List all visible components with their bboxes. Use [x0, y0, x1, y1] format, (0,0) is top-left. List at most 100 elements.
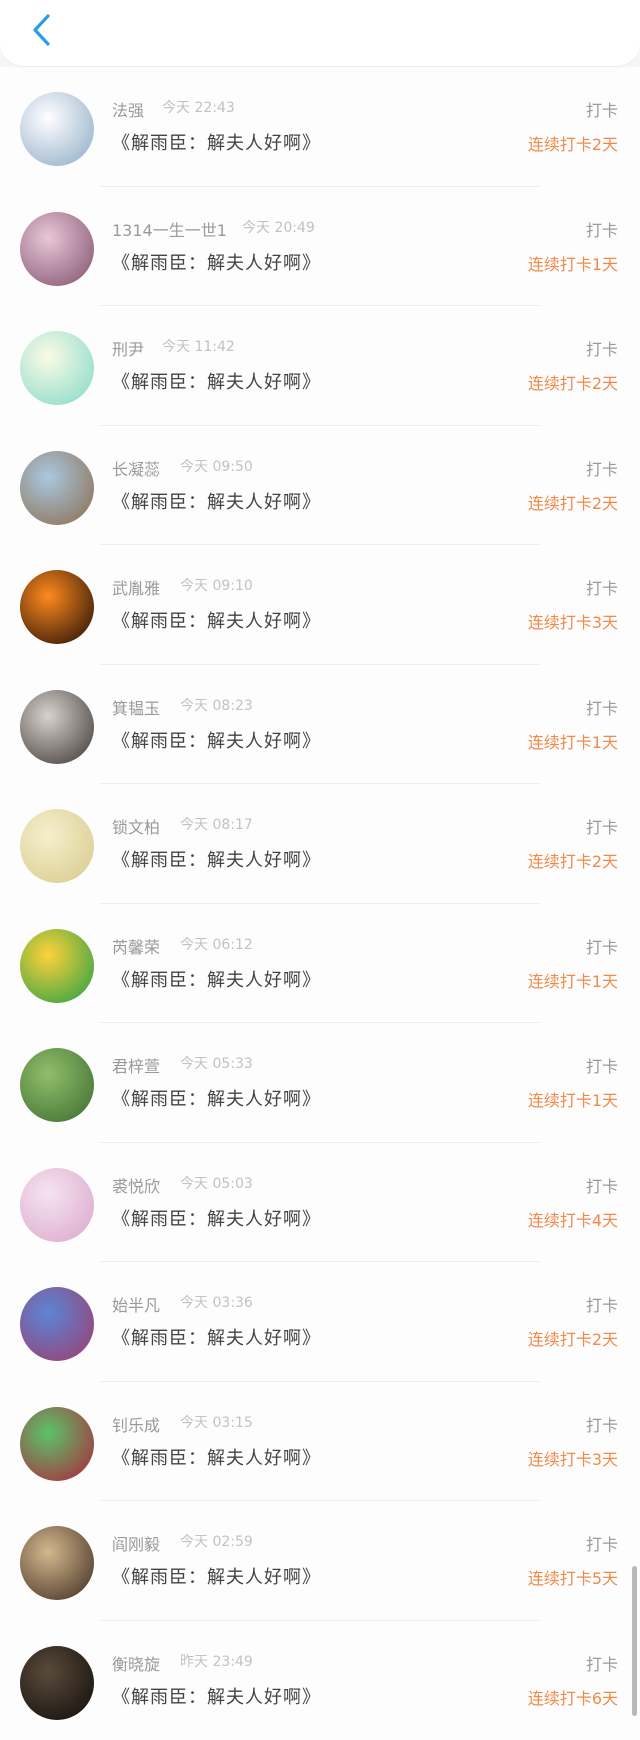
list-item[interactable]: 芮馨荣今天 06:12 打卡《解雨臣：解夫人好啊》 连续打卡1天	[0, 904, 640, 1024]
avatar[interactable]	[20, 212, 94, 286]
user-name[interactable]: 阎刚毅	[112, 1531, 160, 1555]
timestamp: 今天 20:49	[242, 217, 315, 237]
checkin-title: 《解雨臣：解夫人好啊》	[112, 368, 321, 394]
timestamp: 今天 11:42	[162, 336, 235, 356]
scrollbar[interactable]	[632, 1566, 637, 1716]
streak-badge: 连续打卡4天	[528, 1207, 618, 1231]
checkin-title: 《解雨臣：解夫人好啊》	[112, 727, 321, 753]
checkin-list: 法强今天 22:43打卡《解雨臣：解夫人好啊》连续打卡2天1314一生一世1今天…	[0, 67, 640, 1740]
avatar[interactable]	[20, 1646, 94, 1720]
user-name[interactable]: 箕韫玉	[112, 695, 160, 719]
streak-badge: 连续打卡1天	[528, 251, 618, 275]
list-item[interactable]: 1314一生一世1 今天 20:49 打卡《解雨臣：解夫人好啊》 连续打卡1天	[0, 187, 640, 307]
avatar[interactable]	[20, 1287, 94, 1361]
streak-badge: 连续打卡2天	[528, 370, 618, 394]
checkin-label: 打卡	[586, 575, 618, 599]
list-item[interactable]: 长凝蕊今天 09:50打卡《解雨臣：解夫人好啊》连续打卡2天	[0, 426, 640, 546]
checkin-label: 打卡	[586, 1173, 618, 1197]
streak-badge: 连续打卡3天	[528, 609, 618, 633]
top-bar	[0, 0, 640, 67]
streak-badge: 连续打卡1天	[528, 729, 618, 753]
checkin-label: 打卡	[586, 336, 618, 360]
checkin-label: 打卡	[586, 1531, 618, 1555]
checkin-title: 《解雨臣：解夫人好啊》	[112, 1444, 321, 1470]
back-button[interactable]	[20, 8, 64, 52]
timestamp: 今天 06:12	[180, 934, 253, 954]
avatar[interactable]	[20, 331, 94, 405]
avatar[interactable]	[20, 1407, 94, 1481]
checkin-label: 打卡	[586, 217, 618, 241]
user-name[interactable]: 1314一生一世1	[112, 217, 227, 241]
timestamp: 今天 08:17	[180, 814, 253, 834]
user-name[interactable]: 君梓萱	[112, 1053, 160, 1077]
list-item[interactable]: 始半凡今天 03:36 打卡《解雨臣：解夫人好啊》 连续打卡2天	[0, 1262, 640, 1382]
user-name[interactable]: 武胤雅	[112, 575, 160, 599]
timestamp: 今天 05:03	[180, 1173, 253, 1193]
streak-badge: 连续打卡2天	[528, 1326, 618, 1350]
checkin-title: 《解雨臣：解夫人好啊》	[112, 1683, 321, 1709]
list-item[interactable]: 法强今天 22:43 打卡《解雨臣：解夫人好啊》 连续打卡2天	[0, 67, 640, 187]
streak-badge: 连续打卡5天	[528, 1565, 618, 1589]
user-name[interactable]: 锁文柏	[112, 814, 160, 838]
checkin-label: 打卡	[586, 1412, 618, 1436]
checkin-title: 《解雨臣：解夫人好啊》	[112, 1085, 321, 1111]
list-item[interactable]: 锁文柏今天 08:17 打卡《解雨臣：解夫人好啊》 连续打卡2天	[0, 784, 640, 904]
streak-badge: 连续打卡2天	[528, 490, 618, 514]
user-name[interactable]: 法强	[112, 97, 144, 121]
checkin-title: 《解雨臣：解夫人好啊》	[112, 1563, 321, 1589]
list-item[interactable]: 钊乐成今天 03:15 打卡《解雨臣：解夫人好啊》 连续打卡3天	[0, 1382, 640, 1502]
avatar[interactable]	[20, 690, 94, 764]
checkin-label: 打卡	[586, 1292, 618, 1316]
avatar[interactable]	[20, 1526, 94, 1600]
checkin-title: 《解雨臣：解夫人好啊》	[112, 249, 321, 275]
user-name[interactable]: 裘悦欣	[112, 1173, 160, 1197]
streak-badge: 连续打卡1天	[528, 968, 618, 992]
checkin-label: 打卡	[586, 934, 618, 958]
user-name[interactable]: 始半凡	[112, 1292, 160, 1316]
timestamp: 今天 09:10	[180, 575, 253, 595]
list-item[interactable]: 箕韫玉今天 08:23 打卡《解雨臣：解夫人好啊》 连续打卡1天	[0, 665, 640, 785]
streak-badge: 连续打卡2天	[528, 131, 618, 155]
checkin-title: 《解雨臣：解夫人好啊》	[112, 607, 321, 633]
list-item[interactable]: 武胤雅今天 09:10 打卡《解雨臣：解夫人好啊》 连续打卡3天	[0, 545, 640, 665]
user-name[interactable]: 刑尹	[112, 336, 144, 360]
timestamp: 今天 09:50	[180, 456, 253, 476]
avatar[interactable]	[20, 929, 94, 1003]
checkin-label: 打卡	[586, 1053, 618, 1077]
checkin-title: 《解雨臣：解夫人好啊》	[112, 966, 321, 992]
checkin-label: 打卡	[586, 1651, 618, 1675]
user-name[interactable]: 长凝蕊	[112, 456, 160, 480]
checkin-label: 打卡	[586, 695, 618, 719]
list-item[interactable]: 君梓萱今天 05:33 打卡《解雨臣：解夫人好啊》 连续打卡1天	[0, 1023, 640, 1143]
avatar[interactable]	[20, 1048, 94, 1122]
checkin-title: 《解雨臣：解夫人好啊》	[112, 129, 321, 155]
streak-badge: 连续打卡2天	[528, 848, 618, 872]
checkin-title: 《解雨臣：解夫人好啊》	[112, 1324, 321, 1350]
user-name[interactable]: 芮馨荣	[112, 934, 160, 958]
user-name[interactable]: 衡晓旋	[112, 1651, 160, 1675]
timestamp: 今天 03:36	[180, 1292, 253, 1312]
checkin-title: 《解雨臣：解夫人好啊》	[112, 846, 321, 872]
list-item[interactable]: 阎刚毅今天 02:59 打卡《解雨臣：解夫人好啊》 连续打卡5天	[0, 1501, 640, 1621]
streak-badge: 连续打卡3天	[528, 1446, 618, 1470]
list-item[interactable]: 裘悦欣今天 05:03打卡《解雨臣：解夫人好啊》连续打卡4天	[0, 1143, 640, 1263]
streak-badge: 连续打卡6天	[528, 1685, 618, 1709]
checkin-label: 打卡	[586, 97, 618, 121]
timestamp: 今天 08:23	[180, 695, 253, 715]
timestamp: 昨天 23:49	[180, 1651, 253, 1671]
checkin-label: 打卡	[586, 814, 618, 838]
avatar[interactable]	[20, 809, 94, 883]
avatar[interactable]	[20, 1168, 94, 1242]
checkin-label: 打卡	[586, 456, 618, 480]
streak-badge: 连续打卡1天	[528, 1087, 618, 1111]
timestamp: 今天 05:33	[180, 1053, 253, 1073]
timestamp: 今天 03:15	[180, 1412, 253, 1432]
avatar[interactable]	[20, 92, 94, 166]
list-item[interactable]: 衡晓旋昨天 23:49 打卡《解雨臣：解夫人好啊》 连续打卡6天	[0, 1621, 640, 1740]
list-item[interactable]: 刑尹今天 11:42 打卡《解雨臣：解夫人好啊》 连续打卡2天	[0, 306, 640, 426]
user-name[interactable]: 钊乐成	[112, 1412, 160, 1436]
avatar[interactable]	[20, 451, 94, 525]
avatar[interactable]	[20, 570, 94, 644]
timestamp: 今天 22:43	[162, 97, 235, 117]
timestamp: 今天 02:59	[180, 1531, 253, 1551]
